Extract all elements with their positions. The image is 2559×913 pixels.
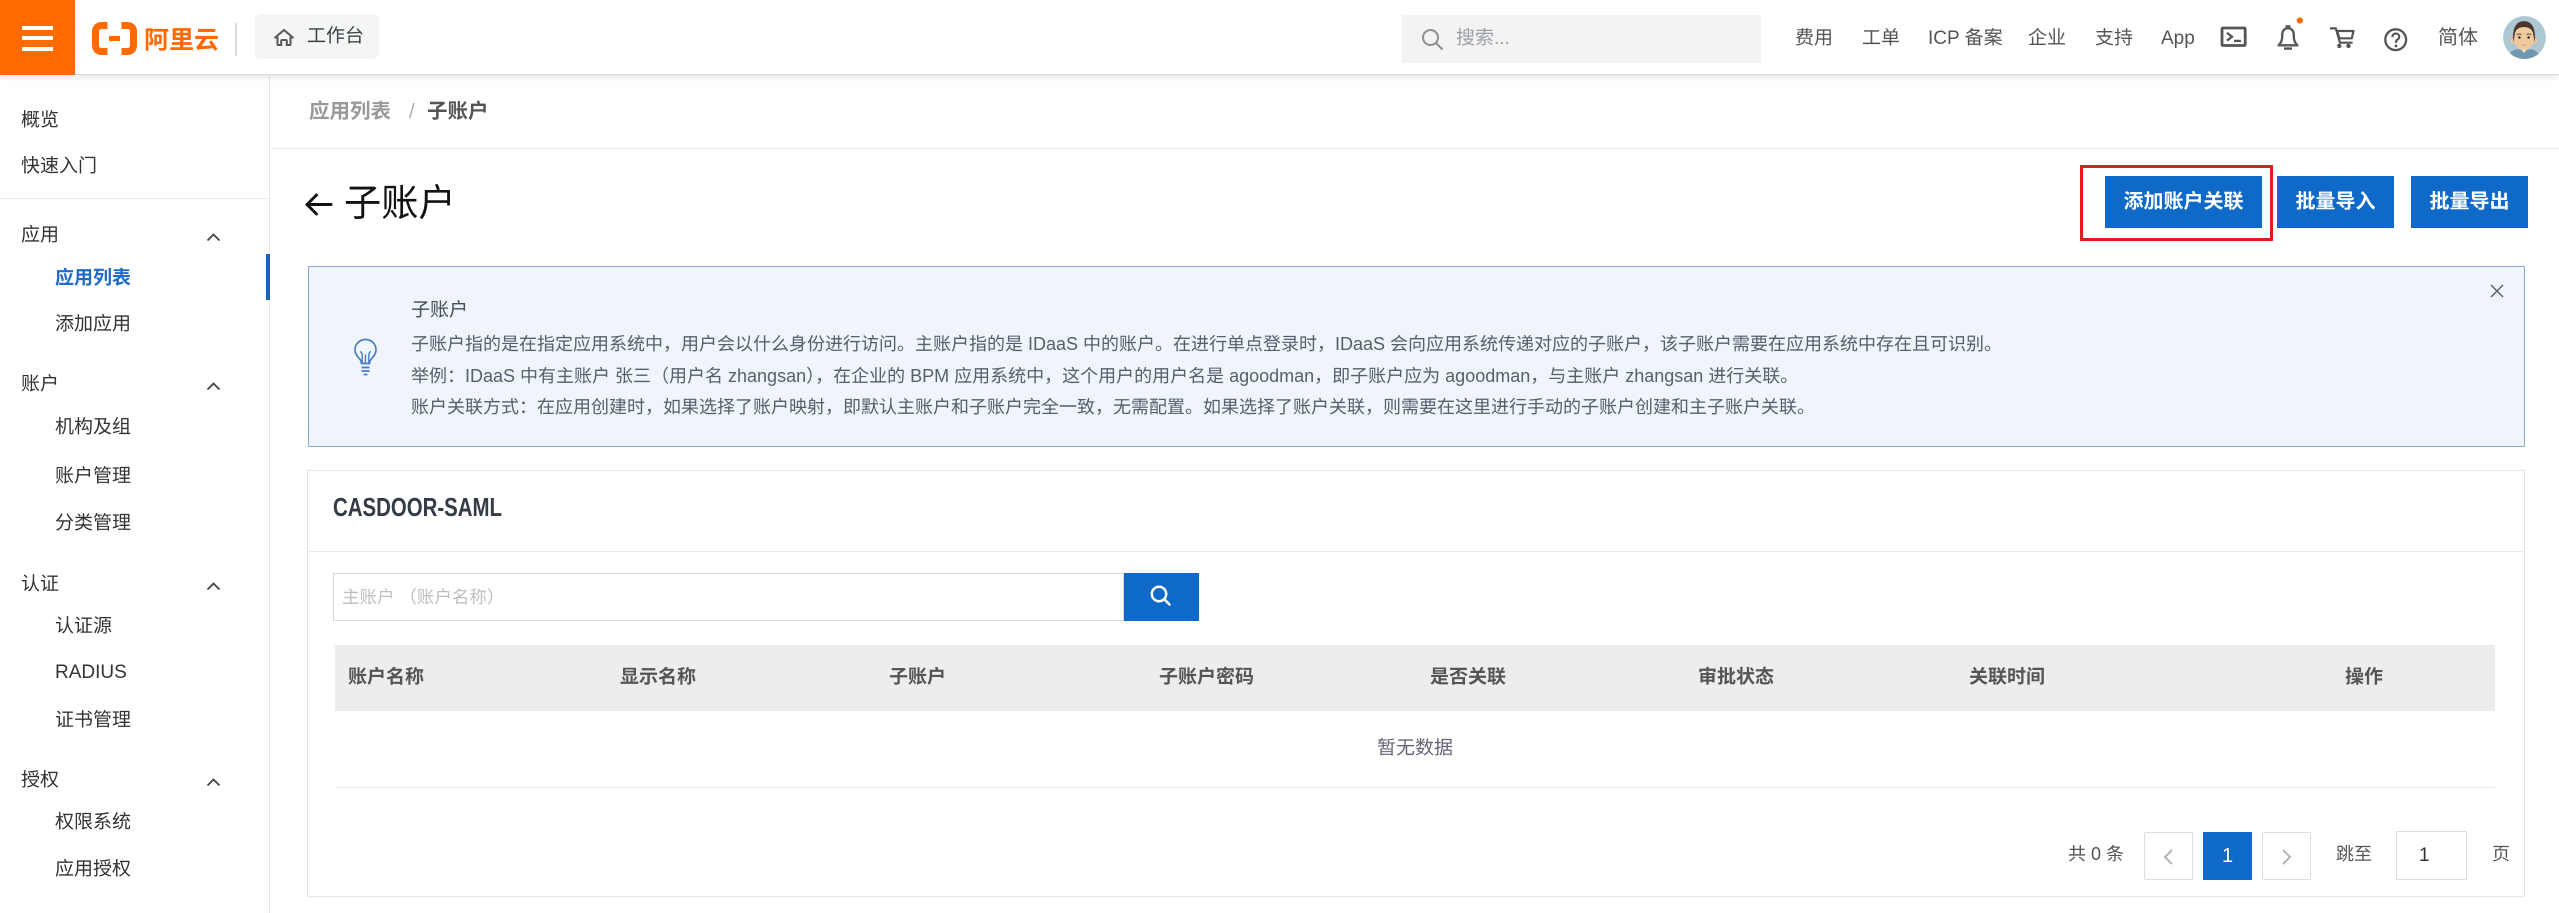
svg-text:阿里云: 阿里云 <box>144 27 219 55</box>
